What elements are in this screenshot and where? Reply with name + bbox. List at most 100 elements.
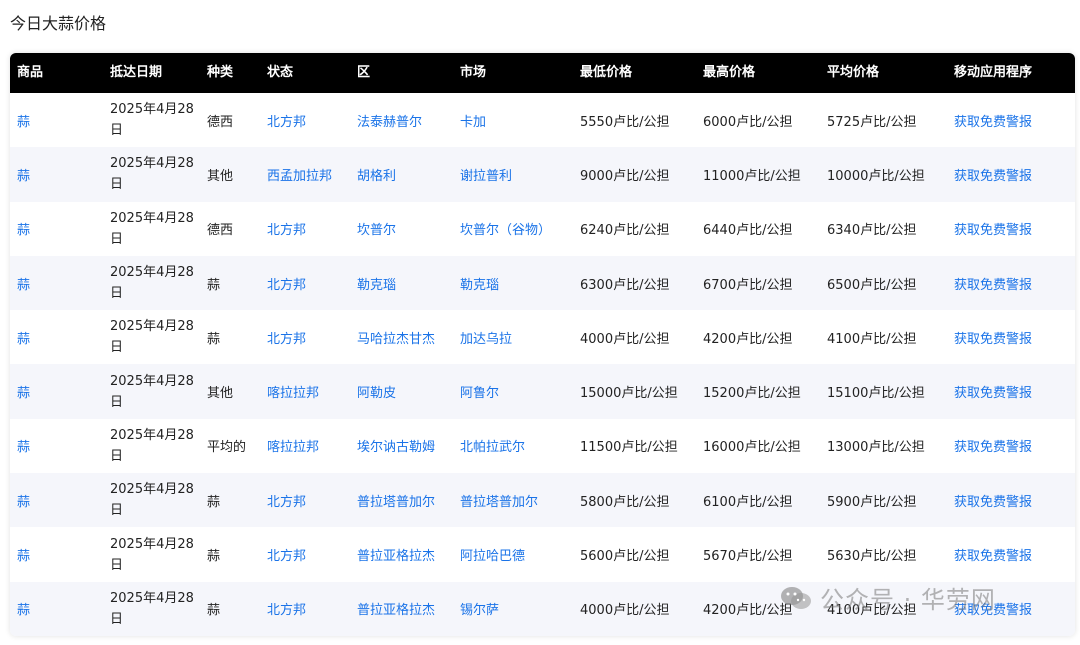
cell-avg-price: 4100卢比/公担 <box>827 331 917 347</box>
cell-state[interactable]: 喀拉拉邦 <box>267 364 319 418</box>
cell-commodity[interactable]: 蒜 <box>17 582 30 636</box>
cell-state[interactable]: 北方邦 <box>267 582 306 636</box>
cell-district[interactable]: 普拉塔普加尔 <box>357 473 435 527</box>
cell-district[interactable]: 马哈拉杰甘杰 <box>357 310 435 364</box>
cell-max-price: 11000卢比/公担 <box>703 168 801 184</box>
table-body: 蒜 2025年4月28日 德西 北方邦 法泰赫普尔 卡加 5550卢比/公担 6000卢比/公… <box>10 93 1075 636</box>
cell-district[interactable]: 坎普尔 <box>357 202 396 256</box>
cell-commodity[interactable]: 蒜 <box>17 310 30 364</box>
cell-arrival-date: 2025年4月28日 <box>110 536 194 573</box>
cell-mobile-app[interactable]: 获取免费警报 <box>954 310 1032 364</box>
cell-max-price: 16000卢比/公担 <box>703 440 801 456</box>
table-row: 蒜 2025年4月28日蒜北方邦 普拉亚格拉杰 锡尔萨 4000卢比/公担 4200卢比/… <box>10 581 1075 636</box>
cell-min-price: 6300卢比/公担 <box>580 277 670 293</box>
cell-min-price: 6240卢比/公担 <box>580 223 670 239</box>
cell-market[interactable]: 阿拉哈巴德 <box>460 527 525 581</box>
cell-state[interactable]: 北方邦 <box>267 256 306 310</box>
cell-arrival-date: 2025年4月28日 <box>110 427 194 464</box>
header-variety: 种类 <box>207 65 234 80</box>
cell-commodity[interactable]: 蒜 <box>17 473 30 527</box>
cell-variety: 其他 <box>207 386 234 402</box>
cell-max-price: 6700卢比/公担 <box>703 277 793 293</box>
cell-market[interactable]: 加达乌拉 <box>460 310 512 364</box>
cell-commodity[interactable]: 蒜 <box>17 419 30 473</box>
cell-market[interactable]: 卡加 <box>460 93 486 147</box>
cell-mobile-app[interactable]: 获取免费警报 <box>954 364 1032 418</box>
table-header: 商品 抵达日期 种类 状态 区 市场 最低价格 最高价格 平均价格 移动应用程序 <box>10 53 1075 93</box>
cell-avg-price: 5900卢比/公担 <box>827 494 917 510</box>
cell-commodity[interactable]: 蒜 <box>17 527 30 581</box>
cell-max-price: 4200卢比/公担 <box>703 603 793 619</box>
cell-commodity[interactable]: 蒜 <box>17 93 30 147</box>
cell-arrival-date: 2025年4月28日 <box>110 265 194 302</box>
cell-min-price: 4000卢比/公担 <box>580 331 670 347</box>
cell-market[interactable]: 北帕拉武尔 <box>460 419 525 473</box>
page-title: 今日大蒜价格 <box>10 14 107 33</box>
cell-arrival-date: 2025年4月28日 <box>110 482 194 519</box>
cell-state[interactable]: 西孟加拉邦 <box>267 147 332 201</box>
header-min-price: 最低价格 <box>580 65 633 80</box>
cell-max-price: 4200卢比/公担 <box>703 331 793 347</box>
cell-mobile-app[interactable]: 获取免费警报 <box>954 256 1032 310</box>
cell-market[interactable]: 坎普尔（谷物） <box>460 202 551 256</box>
cell-market[interactable]: 锡尔萨 <box>460 582 499 636</box>
cell-state[interactable]: 北方邦 <box>267 310 306 364</box>
cell-district[interactable]: 阿勒皮 <box>357 364 396 418</box>
cell-avg-price: 5725卢比/公担 <box>827 114 917 130</box>
header-district: 区 <box>357 65 371 80</box>
cell-avg-price: 5630卢比/公担 <box>827 549 917 565</box>
cell-min-price: 11500卢比/公担 <box>580 440 678 456</box>
header-max-price: 最高价格 <box>703 65 756 80</box>
cell-avg-price: 10000卢比/公担 <box>827 168 925 184</box>
cell-mobile-app[interactable]: 获取免费警报 <box>954 419 1032 473</box>
cell-max-price: 6440卢比/公担 <box>703 223 793 239</box>
cell-avg-price: 6340卢比/公担 <box>827 223 917 239</box>
cell-avg-price: 15100卢比/公担 <box>827 386 925 402</box>
cell-commodity[interactable]: 蒜 <box>17 202 30 256</box>
cell-variety: 蒜 <box>207 603 221 619</box>
cell-avg-price: 13000卢比/公担 <box>827 440 925 456</box>
table-row: 蒜 2025年4月28日 德西 北方邦 坎普尔 坎普尔（谷物） 6240卢比/公担 6440卢… <box>10 202 1075 256</box>
cell-mobile-app[interactable]: 获取免费警报 <box>954 582 1032 636</box>
cell-district[interactable]: 勒克瑙 <box>357 256 396 310</box>
cell-state[interactable]: 喀拉拉邦 <box>267 419 319 473</box>
cell-state[interactable]: 北方邦 <box>267 473 306 527</box>
header-market: 市场 <box>460 65 487 80</box>
cell-variety: 其他 <box>207 168 234 184</box>
cell-arrival-date: 2025年4月28日 <box>110 373 194 410</box>
cell-variety: 蒜 <box>207 494 221 510</box>
cell-commodity[interactable]: 蒜 <box>17 256 30 310</box>
cell-commodity[interactable]: 蒜 <box>17 147 30 201</box>
cell-mobile-app[interactable]: 获取免费警报 <box>954 202 1032 256</box>
header-arrival-date: 抵达日期 <box>110 65 163 80</box>
cell-mobile-app[interactable]: 获取免费警报 <box>954 527 1032 581</box>
cell-market[interactable]: 阿鲁尔 <box>460 364 499 418</box>
cell-mobile-app[interactable]: 获取免费警报 <box>954 473 1032 527</box>
cell-min-price: 4000卢比/公担 <box>580 603 670 619</box>
cell-mobile-app[interactable]: 获取免费警报 <box>954 147 1032 201</box>
cell-commodity[interactable]: 蒜 <box>17 364 30 418</box>
cell-district[interactable]: 胡格利 <box>357 147 396 201</box>
cell-market[interactable]: 勒克瑙 <box>460 256 499 310</box>
cell-district[interactable]: 埃尔讷古勒姆 <box>357 419 435 473</box>
cell-district[interactable]: 普拉亚格拉杰 <box>357 582 435 636</box>
cell-avg-price: 6500卢比/公担 <box>827 277 917 293</box>
cell-market[interactable]: 普拉塔普加尔 <box>460 473 538 527</box>
cell-max-price: 6000卢比/公担 <box>703 114 793 130</box>
table-row: 蒜 2025年4月28日 德西 北方邦 法泰赫普尔 卡加 5550卢比/公担 6000卢比/公… <box>10 93 1075 147</box>
cell-district[interactable]: 普拉亚格拉杰 <box>357 527 435 581</box>
cell-variety: 德西 <box>207 114 234 130</box>
cell-district[interactable]: 法泰赫普尔 <box>357 93 422 147</box>
cell-market[interactable]: 谢拉普利 <box>460 147 512 201</box>
cell-max-price: 15200卢比/公担 <box>703 386 801 402</box>
cell-arrival-date: 2025年4月28日 <box>110 210 194 247</box>
table-row: 蒜 2025年4月28日 其他 西孟加拉邦 胡格利 谢拉普利 9000卢比/公担 11000卢… <box>10 147 1075 202</box>
cell-arrival-date: 2025年4月28日 <box>110 590 194 627</box>
cell-state[interactable]: 北方邦 <box>267 202 306 256</box>
cell-state[interactable]: 北方邦 <box>267 93 306 147</box>
cell-mobile-app[interactable]: 获取免费警报 <box>954 93 1032 147</box>
cell-arrival-date: 2025年4月28日 <box>110 156 194 193</box>
price-table: 商品 抵达日期 种类 状态 区 市场 最低价格 最高价格 平均价格 移动应用程序 蒜 2025年4月… <box>10 53 1075 636</box>
cell-state[interactable]: 北方邦 <box>267 527 306 581</box>
cell-variety: 蒜 <box>207 331 221 347</box>
